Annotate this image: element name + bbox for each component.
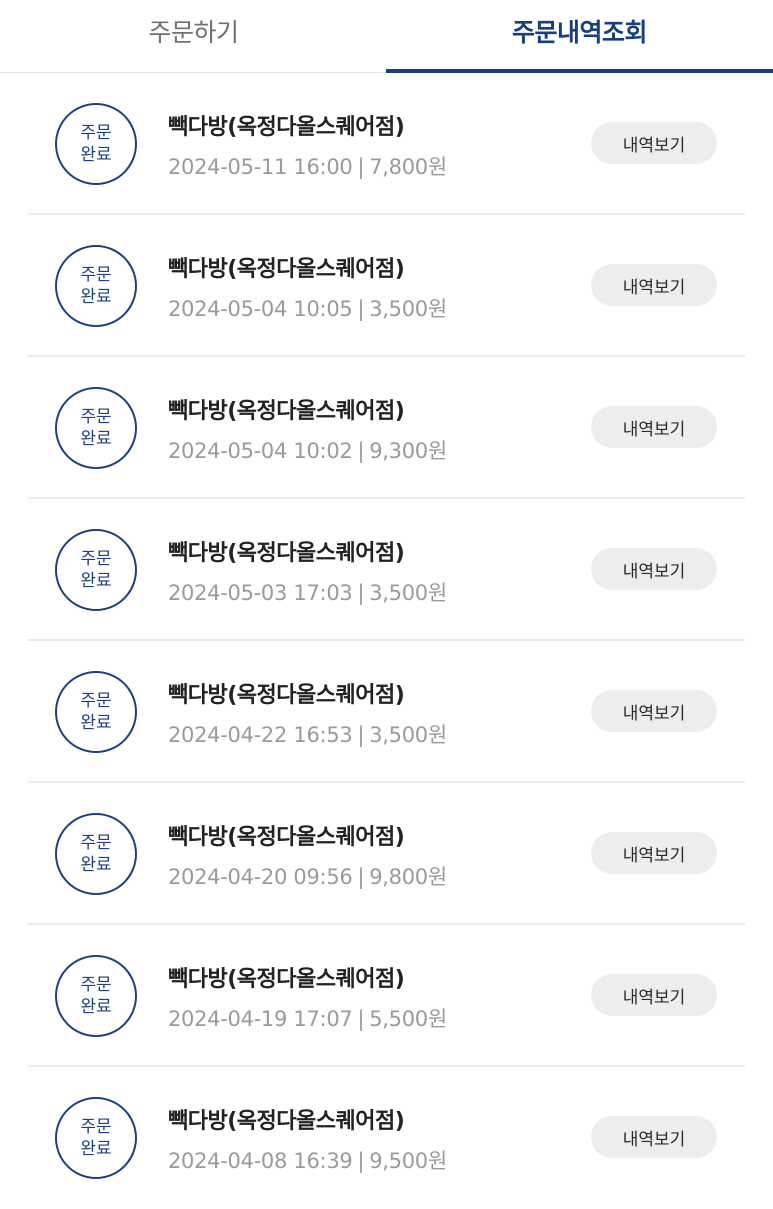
tab-order[interactable]: 주문하기	[0, 0, 387, 72]
order-meta: 2024-04-08 16:39 | 9,500원	[168, 1145, 447, 1175]
order-meta: 2024-05-04 10:05 | 3,500원	[168, 293, 447, 323]
meta-separator: |	[357, 1007, 365, 1031]
order-meta: 2024-05-11 16:00 | 7,800원	[168, 151, 447, 181]
order-row: 주문 완료 빽다방(옥정다올스퀘어점) 2024-05-03 17:03 | 3,5…	[0, 499, 773, 641]
view-details-button[interactable]: 내역보기	[591, 406, 717, 448]
order-datetime: 2024-05-04 10:02	[168, 439, 353, 463]
store-name: 빽다방(옥정다올스퀘어점)	[168, 399, 405, 424]
order-status-badge: 주문 완료	[55, 1097, 137, 1179]
order-status-line1: 주문	[80, 549, 112, 569]
order-status-line1: 주문	[80, 691, 112, 711]
order-datetime: 2024-04-20 09:56	[168, 865, 353, 889]
order-meta: 2024-04-20 09:56 | 9,800원	[168, 861, 447, 891]
order-amount: 3,500원	[369, 581, 447, 605]
order-status-badge: 주문 완료	[55, 245, 137, 327]
order-status-line2: 완료	[80, 429, 112, 449]
order-amount: 9,300원	[369, 439, 447, 463]
order-status-badge: 주문 완료	[55, 813, 137, 895]
store-name: 빽다방(옥정다올스퀘어점)	[168, 683, 405, 708]
order-status-line1: 주문	[80, 1117, 112, 1137]
meta-separator: |	[357, 865, 365, 889]
view-details-button[interactable]: 내역보기	[591, 264, 717, 306]
store-name: 빽다방(옥정다올스퀘어점)	[168, 257, 405, 282]
order-status-line2: 완료	[80, 287, 112, 307]
meta-separator: |	[357, 1149, 365, 1173]
view-details-button[interactable]: 내역보기	[591, 974, 717, 1016]
order-status-badge: 주문 완료	[55, 529, 137, 611]
meta-separator: |	[357, 155, 365, 179]
order-datetime: 2024-04-22 16:53	[168, 723, 353, 747]
order-status-line1: 주문	[80, 407, 112, 427]
order-status-line2: 완료	[80, 713, 112, 733]
order-meta: 2024-04-22 16:53 | 3,500원	[168, 719, 447, 749]
order-status-line2: 완료	[80, 571, 112, 591]
view-details-button[interactable]: 내역보기	[591, 690, 717, 732]
order-status-line1: 주문	[80, 123, 112, 143]
order-status-badge: 주문 완료	[55, 671, 137, 753]
order-datetime: 2024-05-11 16:00	[168, 155, 353, 179]
order-datetime: 2024-04-19 17:07	[168, 1007, 353, 1031]
store-name: 빽다방(옥정다올스퀘어점)	[168, 1109, 405, 1134]
meta-separator: |	[357, 581, 365, 605]
meta-separator: |	[357, 723, 365, 747]
store-name: 빽다방(옥정다올스퀘어점)	[168, 825, 405, 850]
order-status-badge: 주문 완료	[55, 387, 137, 469]
meta-separator: |	[357, 297, 365, 321]
order-row: 주문 완료 빽다방(옥정다올스퀘어점) 2024-05-11 16:00 | 7,8…	[0, 73, 773, 215]
order-status-line1: 주문	[80, 265, 112, 285]
order-amount: 5,500원	[369, 1007, 447, 1031]
order-amount: 3,500원	[369, 297, 447, 321]
view-details-button[interactable]: 내역보기	[591, 548, 717, 590]
order-meta: 2024-05-03 17:03 | 3,500원	[168, 577, 447, 607]
view-details-button[interactable]: 내역보기	[591, 122, 717, 164]
tab-bar: 주문하기 주문내역조회	[0, 0, 773, 73]
order-status-line1: 주문	[80, 833, 112, 853]
order-row: 주문 완료 빽다방(옥정다올스퀘어점) 2024-05-04 10:05 | 3,5…	[0, 215, 773, 357]
order-status-line2: 완료	[80, 1139, 112, 1159]
order-amount: 7,800원	[369, 155, 447, 179]
order-meta: 2024-05-04 10:02 | 9,300원	[168, 435, 447, 465]
order-amount: 9,500원	[369, 1149, 447, 1173]
view-details-button[interactable]: 내역보기	[591, 832, 717, 874]
order-status-line1: 주문	[80, 975, 112, 995]
order-amount: 3,500원	[369, 723, 447, 747]
order-status-badge: 주문 완료	[55, 103, 137, 185]
view-details-button[interactable]: 내역보기	[591, 1116, 717, 1158]
order-row: 주문 완료 빽다방(옥정다올스퀘어점) 2024-04-22 16:53 | 3,5…	[0, 641, 773, 783]
order-row: 주문 완료 빽다방(옥정다올스퀘어점) 2024-04-19 17:07 | 5,5…	[0, 925, 773, 1067]
order-row: 주문 완료 빽다방(옥정다올스퀘어점) 2024-04-08 16:39 | 9,5…	[0, 1067, 773, 1209]
order-status-badge: 주문 완료	[55, 955, 137, 1037]
store-name: 빽다방(옥정다올스퀘어점)	[168, 541, 405, 566]
store-name: 빽다방(옥정다올스퀘어점)	[168, 967, 405, 992]
order-row: 주문 완료 빽다방(옥정다올스퀘어점) 2024-04-20 09:56 | 9,8…	[0, 783, 773, 925]
tab-order-history-label: 주문내역조회	[511, 18, 648, 47]
order-row: 주문 완료 빽다방(옥정다올스퀘어점) 2024-05-04 10:02 | 9,3…	[0, 357, 773, 499]
order-status-line2: 완료	[80, 145, 112, 165]
order-status-line2: 완료	[80, 997, 112, 1017]
tab-order-history[interactable]: 주문내역조회	[386, 0, 773, 72]
order-datetime: 2024-05-03 17:03	[168, 581, 353, 605]
order-datetime: 2024-05-04 10:05	[168, 297, 353, 321]
order-status-line2: 완료	[80, 855, 112, 875]
meta-separator: |	[357, 439, 365, 463]
tab-order-label: 주문하기	[148, 18, 239, 47]
order-datetime: 2024-04-08 16:39	[168, 1149, 353, 1173]
order-meta: 2024-04-19 17:07 | 5,500원	[168, 1003, 447, 1033]
order-history-list: 주문 완료 빽다방(옥정다올스퀘어점) 2024-05-11 16:00 | 7,8…	[0, 73, 773, 1209]
order-amount: 9,800원	[369, 865, 447, 889]
store-name: 빽다방(옥정다올스퀘어점)	[168, 115, 405, 140]
